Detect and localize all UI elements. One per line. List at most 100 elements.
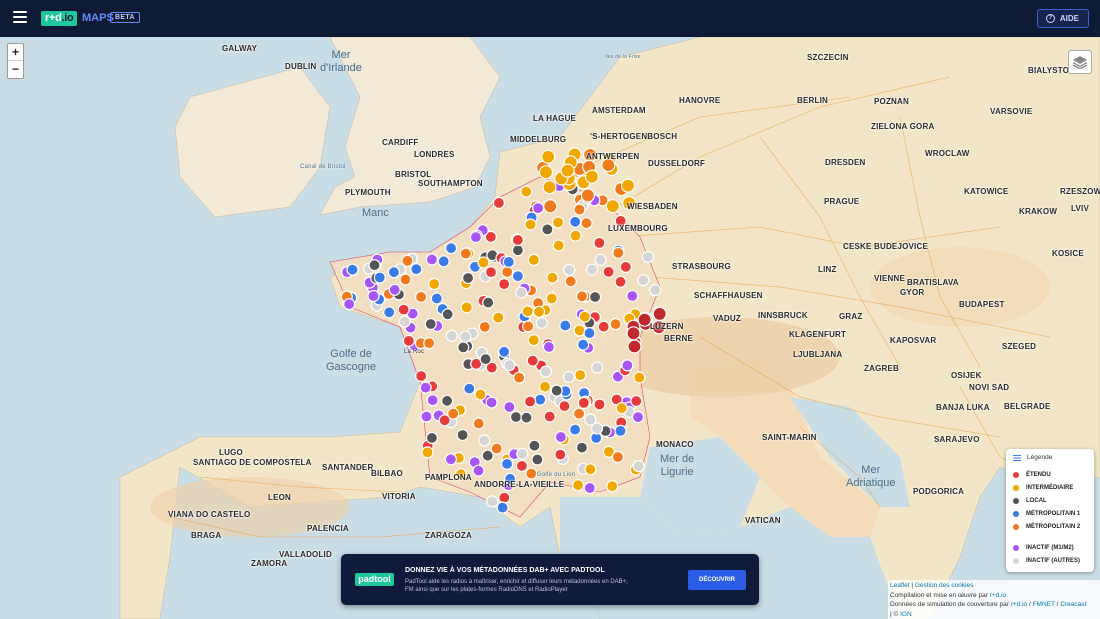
transmitter-marker[interactable] bbox=[462, 271, 475, 285]
transmitter-marker[interactable] bbox=[511, 270, 525, 283]
transmitter-marker[interactable] bbox=[520, 411, 533, 424]
transmitter-marker[interactable] bbox=[614, 275, 627, 288]
transmitter-marker[interactable] bbox=[558, 400, 571, 413]
transmitter-marker[interactable] bbox=[430, 292, 443, 305]
transmitter-marker[interactable] bbox=[423, 337, 436, 350]
transmitter-marker[interactable] bbox=[486, 495, 499, 508]
transmitter-marker[interactable] bbox=[568, 423, 582, 436]
transmitter-marker[interactable] bbox=[637, 274, 650, 287]
transmitter-marker[interactable] bbox=[641, 250, 655, 264]
transmitter-marker[interactable] bbox=[543, 410, 556, 423]
transmitter-marker[interactable] bbox=[460, 301, 473, 314]
transmitter-marker[interactable] bbox=[563, 263, 576, 277]
transmitter-marker[interactable] bbox=[496, 501, 509, 514]
transmitter-marker[interactable] bbox=[612, 246, 625, 259]
transmitter-marker[interactable] bbox=[527, 334, 540, 347]
transmitter-marker[interactable] bbox=[611, 450, 625, 464]
transmitter-marker[interactable] bbox=[472, 464, 485, 477]
transmitter-marker[interactable] bbox=[591, 361, 604, 374]
transmitter-marker[interactable] bbox=[626, 289, 639, 303]
transmitter-marker[interactable] bbox=[609, 318, 622, 331]
transmitter-marker[interactable] bbox=[580, 188, 596, 203]
transmitter-marker[interactable] bbox=[532, 305, 546, 318]
transmitter-marker[interactable] bbox=[478, 434, 491, 447]
zoom-out-button[interactable]: − bbox=[8, 61, 23, 78]
transmitter-marker[interactable] bbox=[397, 303, 410, 316]
transmitter-marker[interactable] bbox=[368, 259, 381, 272]
rd-link-2[interactable]: r+d.io bbox=[1011, 601, 1027, 608]
transmitter-marker[interactable] bbox=[531, 202, 545, 215]
transmitter-marker[interactable] bbox=[523, 395, 537, 408]
rd-link[interactable]: r+d.io bbox=[990, 592, 1006, 599]
transmitter-marker[interactable] bbox=[509, 410, 523, 424]
transmitter-marker[interactable] bbox=[630, 394, 643, 408]
transmitter-marker[interactable] bbox=[484, 266, 498, 279]
transmitter-marker[interactable] bbox=[602, 265, 615, 278]
transmitter-marker[interactable] bbox=[527, 253, 540, 266]
transmitter-marker[interactable] bbox=[512, 371, 526, 384]
transmitter-marker[interactable] bbox=[428, 277, 441, 291]
transmitter-marker[interactable] bbox=[538, 380, 552, 393]
transmitter-marker[interactable] bbox=[542, 180, 557, 195]
transmitter-marker[interactable] bbox=[550, 384, 563, 397]
transmitter-marker[interactable] bbox=[588, 290, 602, 304]
transmitter-marker[interactable] bbox=[521, 320, 535, 333]
transmitter-marker[interactable] bbox=[498, 491, 511, 504]
transmitter-marker[interactable] bbox=[492, 311, 505, 324]
transmitter-marker[interactable] bbox=[633, 371, 646, 384]
transmitter-marker[interactable] bbox=[388, 283, 401, 296]
transmitter-marker[interactable] bbox=[554, 430, 568, 444]
swiss-transmitter-marker[interactable] bbox=[626, 326, 641, 341]
transmitter-marker[interactable] bbox=[441, 308, 454, 321]
transmitter-marker[interactable] bbox=[594, 253, 607, 266]
swiss-transmitter-marker[interactable] bbox=[652, 306, 667, 321]
transmitter-marker[interactable] bbox=[415, 369, 428, 383]
transmitter-marker[interactable] bbox=[420, 410, 433, 423]
transmitter-marker[interactable] bbox=[621, 359, 634, 372]
transmitter-marker[interactable] bbox=[585, 263, 599, 276]
transmitter-marker[interactable] bbox=[580, 217, 593, 230]
transmitter-marker[interactable] bbox=[615, 402, 628, 415]
transmitter-marker[interactable] bbox=[576, 338, 590, 351]
transmitter-marker[interactable] bbox=[459, 330, 472, 343]
transmitter-marker[interactable] bbox=[521, 305, 534, 318]
transmitter-marker[interactable] bbox=[346, 263, 359, 276]
transmitter-marker[interactable] bbox=[569, 229, 582, 242]
transmitter-marker[interactable] bbox=[503, 359, 516, 372]
transmitter-marker[interactable] bbox=[511, 244, 525, 257]
transmitter-marker[interactable] bbox=[606, 480, 619, 493]
transmitter-marker[interactable] bbox=[482, 296, 495, 309]
transmitter-marker[interactable] bbox=[399, 273, 412, 286]
discover-button[interactable]: DÉCOUVRIR bbox=[688, 570, 746, 590]
transmitter-marker[interactable] bbox=[614, 424, 627, 437]
transmitter-marker[interactable] bbox=[584, 169, 600, 184]
transmitter-marker[interactable] bbox=[415, 290, 428, 303]
legend-header[interactable]: Légende bbox=[1013, 454, 1087, 461]
transmitter-marker[interactable] bbox=[457, 341, 470, 354]
transmitter-marker[interactable] bbox=[575, 290, 589, 303]
transmitter-marker[interactable] bbox=[535, 316, 548, 330]
transmitter-marker[interactable] bbox=[562, 370, 576, 384]
transmitter-marker[interactable] bbox=[515, 459, 529, 472]
transmitter-marker[interactable] bbox=[485, 396, 498, 409]
transmitter-marker[interactable] bbox=[425, 431, 438, 444]
zoom-in-button[interactable]: + bbox=[8, 44, 23, 61]
layers-button[interactable] bbox=[1068, 50, 1092, 74]
transmitter-marker[interactable] bbox=[593, 236, 606, 249]
transmitter-marker[interactable] bbox=[620, 178, 636, 193]
transmitter-marker[interactable] bbox=[574, 369, 587, 382]
transmitter-marker[interactable] bbox=[551, 216, 565, 229]
leaflet-link[interactable]: Leaflet bbox=[890, 582, 910, 589]
menu-icon[interactable] bbox=[13, 11, 27, 25]
transmitter-marker[interactable] bbox=[577, 396, 590, 409]
transmitter-marker[interactable] bbox=[619, 260, 632, 273]
transmitter-marker[interactable] bbox=[649, 284, 662, 297]
transmitter-marker[interactable] bbox=[456, 428, 469, 442]
transmitter-marker[interactable] bbox=[525, 467, 538, 480]
transmitter-marker[interactable] bbox=[474, 388, 487, 401]
transmitter-marker[interactable] bbox=[575, 441, 589, 454]
transmitter-marker[interactable] bbox=[564, 275, 577, 288]
transmitter-marker[interactable] bbox=[541, 223, 554, 236]
transmitter-marker[interactable] bbox=[425, 253, 438, 266]
transmitter-marker[interactable] bbox=[444, 453, 457, 466]
